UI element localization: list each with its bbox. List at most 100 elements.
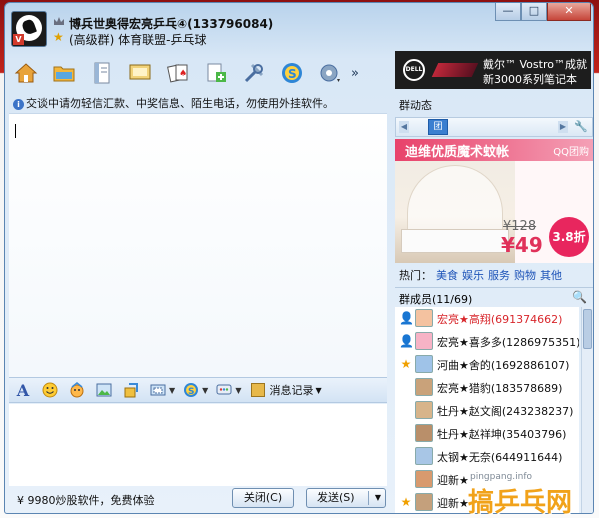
- qq-payment-button[interactable]: S: [277, 58, 307, 88]
- app-extension-button[interactable]: [315, 58, 345, 88]
- scrollbar-thumb[interactable]: [583, 309, 592, 349]
- feed-next-button[interactable]: ▶: [558, 121, 568, 133]
- invite-member-button[interactable]: [201, 58, 231, 88]
- voice-tool-button[interactable]: [214, 381, 234, 399]
- font-button[interactable]: A: [13, 381, 33, 400]
- close-button[interactable]: 关闭(C): [232, 488, 294, 508]
- chat-message-area[interactable]: [9, 113, 387, 377]
- screenshot-button[interactable]: [148, 381, 168, 399]
- group-buy-promo[interactable]: 迪维优质魔术蚊帐 QQ团购 ¥128 ¥49 3.8折: [395, 139, 593, 263]
- owner-star-icon: ★: [400, 357, 412, 371]
- star-level-icon: ★: [53, 30, 64, 44]
- text-caret: [15, 124, 16, 138]
- bottom-ad-link[interactable]: ¥ 9980炒股软件，免费体验: [17, 492, 155, 508]
- tools-icon: [244, 63, 264, 83]
- member-row[interactable]: ★ 迎新★: [395, 491, 579, 513]
- group-avatar[interactable]: V: [11, 11, 47, 47]
- voice-tool-dropdown-icon[interactable]: ▼: [235, 386, 241, 395]
- members-header: 群成员(11/69) 🔍: [395, 287, 593, 307]
- hot-link-food[interactable]: 美食: [436, 269, 458, 282]
- group-game-button[interactable]: ♠: [163, 58, 193, 88]
- feed-tab-active[interactable]: 团: [428, 119, 448, 135]
- magic-face-icon: [70, 382, 84, 398]
- title-bar[interactable]: V ★ 博兵世奥得宏亮乒乓④(133796084) (高级群) 体育联盟-乒乓球…: [5, 3, 593, 55]
- history-label: 消息记录: [269, 384, 314, 397]
- admin-icon: 👤: [399, 334, 414, 348]
- input-toolbar: A ▼ S ▼ ▼ 消息记录 ▼: [9, 377, 387, 403]
- window-controls: — □ ✕: [495, 3, 591, 23]
- send-options-dropdown-icon[interactable]: ▼: [375, 489, 381, 507]
- hot-link-entertainment[interactable]: 娱乐: [462, 269, 484, 282]
- group-share-button[interactable]: [49, 58, 79, 88]
- payment-tool-button[interactable]: S: [181, 381, 201, 399]
- message-input-area[interactable]: [9, 404, 387, 486]
- member-avatar: [415, 309, 433, 327]
- wrench-icon[interactable]: 🔧: [574, 120, 588, 133]
- close-window-button[interactable]: ✕: [547, 3, 591, 21]
- member-name: 牡丹★赵祥坤(35403796): [437, 428, 567, 441]
- member-name: 迎新★: [437, 474, 469, 487]
- original-price: ¥128: [503, 219, 537, 234]
- member-row[interactable]: 牡丹★赵祥坤(35403796): [395, 422, 579, 444]
- promo-header: 迪维优质魔术蚊帐 QQ团购: [395, 139, 593, 161]
- emoji-button[interactable]: [40, 381, 60, 399]
- member-name: 宏亮★喜多多(1286975351): [437, 336, 579, 349]
- member-row[interactable]: 👤 宏亮★喜多多(1286975351): [395, 330, 579, 352]
- minimize-button[interactable]: —: [495, 3, 521, 21]
- member-name: 太钢★无奈(644911644): [437, 451, 563, 464]
- member-row[interactable]: 👤 宏亮★高翔(691374662): [395, 307, 579, 329]
- member-name: 迎新★: [437, 497, 469, 510]
- mosquito-net-image: [395, 161, 515, 263]
- svg-text:♠: ♠: [179, 69, 187, 79]
- feed-prev-button[interactable]: ◀: [399, 121, 409, 133]
- home-icon: [14, 63, 38, 83]
- member-list[interactable]: 👤 宏亮★高翔(691374662) 👤 宏亮★喜多多(1286975351) ★ 河曲★…: [395, 307, 579, 513]
- send-split-divider: [368, 491, 369, 505]
- group-settings-button[interactable]: [239, 58, 269, 88]
- group-video-button[interactable]: [125, 58, 155, 88]
- add-doc-icon: [207, 63, 226, 82]
- promo-headline: 迪维优质魔术蚊帐: [405, 145, 510, 160]
- member-row[interactable]: 迎新★: [395, 468, 579, 490]
- message-history-button[interactable]: 消息记录 ▼: [251, 382, 322, 398]
- maximize-button[interactable]: □: [521, 3, 547, 21]
- svg-text:S: S: [288, 67, 297, 81]
- role-placeholder: [399, 403, 413, 417]
- svg-text:S: S: [188, 387, 194, 397]
- admin-icon: 👤: [399, 311, 414, 325]
- member-row[interactable]: ★ 河曲★舍的(1692886107): [395, 353, 579, 375]
- hot-link-other[interactable]: 其他: [540, 269, 562, 282]
- hot-label: 热门：: [399, 269, 432, 282]
- dell-ad-banner[interactable]: DELL 戴尔™ Vostro™成就 新3000系列笔记本: [395, 51, 591, 89]
- sale-price: ¥49: [501, 233, 543, 257]
- promo-tag: QQ团购: [553, 147, 589, 158]
- member-row[interactable]: 太钢★无奈(644911644): [395, 445, 579, 467]
- member-row[interactable]: 牡丹★赵文阁(243238237): [395, 399, 579, 421]
- doodle-button[interactable]: [121, 381, 141, 399]
- role-placeholder: [399, 472, 413, 486]
- screenshot-dropdown-icon[interactable]: ▼: [169, 386, 175, 395]
- feed-nav-bar: ◀ 团 ▶ 🔧: [395, 117, 593, 137]
- gear-icon: [320, 64, 340, 82]
- group-album-button[interactable]: [87, 58, 117, 88]
- member-avatar: [415, 470, 433, 488]
- member-list-scrollbar[interactable]: [581, 307, 593, 513]
- chat-tools-icon: [216, 384, 232, 395]
- member-avatar: [415, 401, 433, 419]
- toolbar-more-button[interactable]: »: [351, 66, 359, 81]
- send-button[interactable]: 发送(S) ▼: [306, 488, 386, 508]
- group-home-button[interactable]: [11, 58, 41, 88]
- member-name: 河曲★舍的(1692886107): [437, 359, 570, 372]
- payment-dropdown-icon[interactable]: ▼: [202, 386, 208, 395]
- ad-graphic: [431, 63, 479, 77]
- member-search-icon[interactable]: 🔍: [572, 290, 587, 304]
- magic-emoji-button[interactable]: [67, 381, 87, 399]
- smiley-icon: [42, 382, 58, 398]
- member-row[interactable]: 宏亮★猎豹(183578689): [395, 376, 579, 398]
- crown-icon: [54, 17, 64, 25]
- folder-icon: [53, 66, 75, 82]
- hot-link-shopping[interactable]: 购物: [514, 269, 536, 282]
- send-image-button[interactable]: [94, 381, 114, 399]
- member-avatar: [415, 493, 433, 511]
- hot-link-service[interactable]: 服务: [488, 269, 510, 282]
